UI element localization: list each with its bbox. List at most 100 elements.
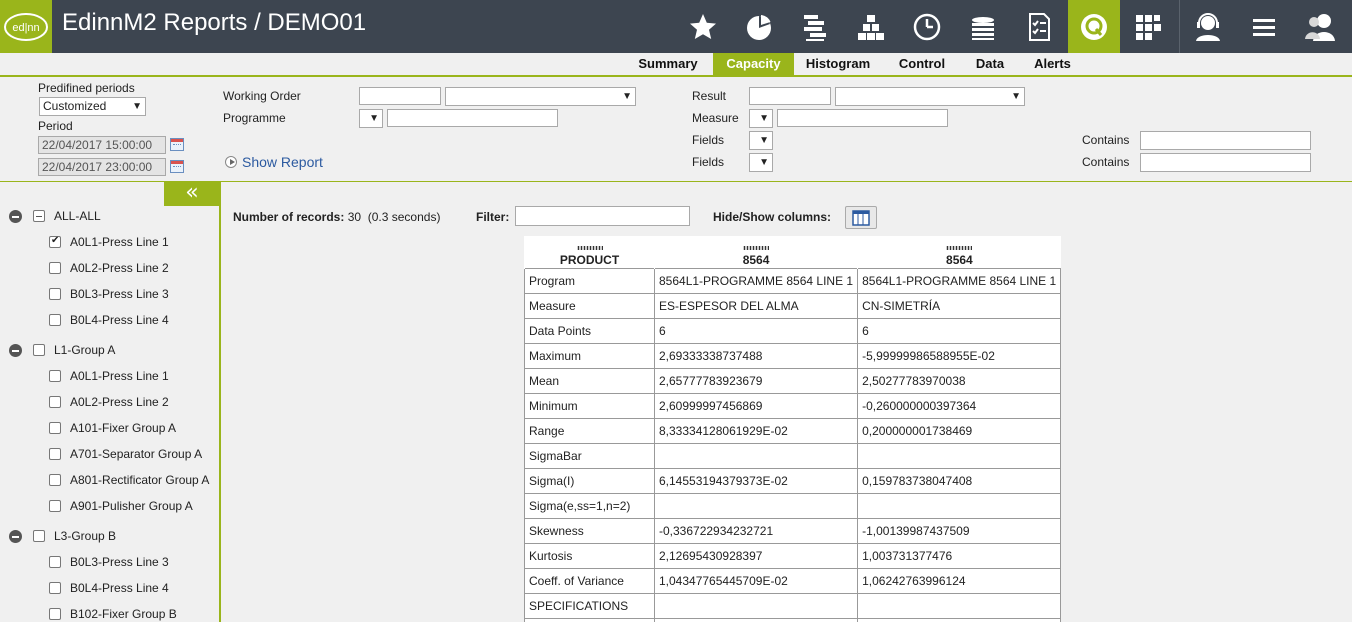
predefined-periods-select[interactable]: Customized ▼ — [39, 97, 146, 116]
calendar-icon[interactable] — [170, 160, 184, 173]
tree-node[interactable]: ALL-ALL — [0, 206, 219, 226]
tab-control[interactable]: Control — [888, 53, 956, 75]
tab-capacity[interactable]: Capacity — [713, 53, 794, 75]
measure-operator-select[interactable]: ▼ — [749, 109, 773, 128]
node-checkbox[interactable] — [33, 530, 45, 542]
node-checkbox[interactable] — [49, 448, 61, 460]
row-label-cell: Kurtosis — [524, 542, 655, 569]
hide-show-columns-button[interactable] — [845, 206, 877, 229]
node-checkbox[interactable] — [49, 396, 61, 408]
collapse-node-icon[interactable] — [9, 344, 22, 357]
tree-node[interactable]: A101-Fixer Group A — [0, 418, 219, 438]
working-order-input[interactable] — [359, 87, 441, 105]
node-checkbox[interactable] — [49, 422, 61, 434]
value-cell: -0,336722934232721 — [653, 517, 859, 544]
tree-node[interactable]: B0L3-Press Line 3 — [0, 552, 219, 572]
tree-node[interactable]: B0L3-Press Line 3 — [0, 284, 219, 304]
tab-alerts[interactable]: Alerts — [1025, 53, 1080, 75]
node-checkbox[interactable] — [49, 608, 61, 620]
predefined-periods-value: Customized — [43, 99, 107, 113]
period-to-field[interactable]: 22/04/2017 23:00:00 — [38, 158, 166, 176]
pie-chart-button[interactable] — [733, 0, 785, 53]
value-cell: CN-SIMETRÍA — [857, 292, 1062, 319]
contains-input-2[interactable] — [1140, 153, 1311, 172]
node-checkbox[interactable] — [49, 370, 61, 382]
period-from-field[interactable]: 22/04/2017 15:00:00 — [38, 136, 166, 154]
support-button[interactable] — [1182, 0, 1234, 53]
contains-input-1[interactable] — [1140, 131, 1311, 150]
calendar-icon[interactable] — [170, 138, 184, 151]
tab-data[interactable]: Data — [966, 53, 1014, 75]
programme-input[interactable] — [387, 109, 558, 127]
value-cell: -0,260000000397364 — [857, 392, 1062, 419]
tree-node[interactable]: A801-Rectificator Group A — [0, 470, 219, 490]
column-header-8564-a[interactable]: 8564 — [653, 236, 858, 268]
stack-button[interactable] — [845, 0, 897, 53]
tree-node[interactable]: L3-Group B — [0, 526, 219, 546]
collapse-node-icon[interactable] — [9, 530, 22, 543]
result-select[interactable]: ▼ — [835, 87, 1025, 106]
chevron-down-icon: ▼ — [369, 113, 379, 124]
records-time: (0.3 seconds) — [367, 210, 441, 224]
tree-node[interactable]: A0L2-Press Line 2 — [0, 258, 219, 278]
node-checkbox[interactable] — [49, 235, 61, 248]
node-checkbox[interactable] — [33, 344, 45, 356]
row-label-cell: SPECIFICATIONS — [524, 592, 655, 619]
coins-button[interactable] — [957, 0, 1009, 53]
tree-node[interactable]: A0L1-Press Line 1 — [0, 232, 219, 252]
tree-node[interactable]: A0L2-Press Line 2 — [0, 392, 219, 412]
column-header-label: 8564 — [742, 252, 770, 267]
quality-reports-button[interactable] — [1068, 0, 1120, 53]
show-report-button[interactable]: Show Report — [225, 154, 323, 170]
favorites-button[interactable] — [677, 0, 729, 53]
tab-histogram[interactable]: Histogram — [800, 53, 876, 75]
column-header-8564-b[interactable]: 8564 — [857, 236, 1061, 268]
drag-handle-icon[interactable] — [743, 245, 770, 250]
tree-node[interactable]: L1-Group A — [0, 340, 219, 360]
tree-node-label: A0L1-Press Line 1 — [70, 235, 169, 249]
filter-label: Filter: — [476, 210, 510, 224]
node-checkbox[interactable] — [49, 556, 61, 568]
tree-node[interactable]: A901-Pulisher Group A — [0, 496, 219, 516]
filter-input[interactable] — [515, 206, 690, 226]
result-input[interactable] — [749, 87, 831, 105]
node-checkbox[interactable] — [33, 210, 45, 222]
node-checkbox[interactable] — [49, 314, 61, 326]
collapse-node-icon[interactable] — [9, 210, 22, 223]
programme-operator-select[interactable]: ▼ — [359, 109, 383, 128]
row-label-cell: Mean — [524, 367, 655, 394]
clock-button[interactable] — [901, 0, 953, 53]
node-checkbox[interactable] — [49, 474, 61, 486]
table-row: Program 8564L1-PROGRAMME 8564 LINE 1 8564L… — [524, 267, 1062, 294]
fields-select-1[interactable]: ▼ — [749, 131, 773, 150]
measure-input[interactable] — [777, 109, 948, 127]
tree-node[interactable]: A701-Separator Group A — [0, 444, 219, 464]
contains-label-1: Contains — [1082, 133, 1130, 147]
tree-node[interactable]: B0L4-Press Line 4 — [0, 310, 219, 330]
gantt-icon — [804, 14, 826, 41]
main-menu-button[interactable] — [1238, 0, 1290, 53]
drag-handle-icon[interactable] — [946, 245, 973, 250]
checklist-button[interactable] — [1013, 0, 1065, 53]
logo[interactable]: ed|nn — [0, 0, 52, 53]
result-label: Result — [692, 89, 727, 103]
tree-node[interactable]: A0L1-Press Line 1 — [0, 366, 219, 386]
node-checkbox[interactable] — [49, 288, 61, 300]
node-checkbox[interactable] — [49, 262, 61, 274]
collapse-panel-button[interactable]: « — [164, 182, 219, 206]
node-checkbox[interactable] — [49, 500, 61, 512]
column-header-product[interactable]: PRODUCT — [524, 236, 655, 268]
tree-node[interactable]: B102-Fixer Group B — [0, 604, 219, 622]
gantt-button[interactable] — [789, 0, 841, 53]
apps-button[interactable] — [1122, 0, 1174, 53]
drag-handle-icon[interactable] — [576, 245, 603, 250]
records-count: 30 — [347, 210, 362, 224]
tree-node-label: B102-Fixer Group B — [70, 607, 177, 621]
fields-select-2[interactable]: ▼ — [749, 153, 773, 172]
tree-node[interactable]: B0L4-Press Line 4 — [0, 578, 219, 598]
users-button[interactable] — [1294, 0, 1346, 53]
table-row: Minimum 2,60999997456869 -0,26000000039736… — [524, 392, 1062, 419]
node-checkbox[interactable] — [49, 582, 61, 594]
tab-summary[interactable]: Summary — [630, 53, 706, 75]
working-order-select[interactable]: ▼ — [445, 87, 636, 106]
